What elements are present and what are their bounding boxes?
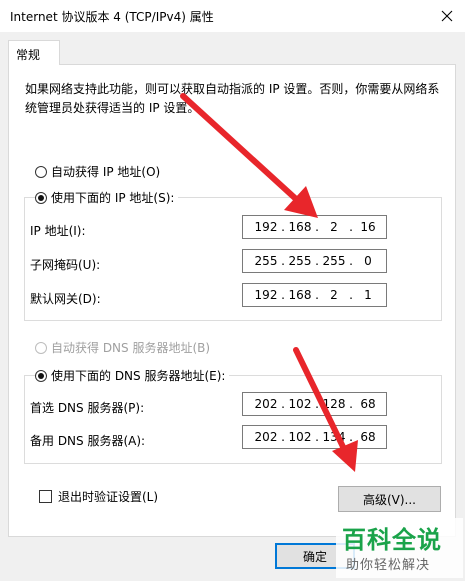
validate-settings-option[interactable]: 退出时验证设置(L) [39,488,158,505]
octet-separator: . [315,220,319,234]
manual-dns-radio[interactable] [35,369,47,382]
octet-separator: . [281,397,285,411]
preferred-dns-label: 首选 DNS 服务器(P): [30,401,145,415]
default-gateway-label: 默认网关(D): [30,292,101,306]
manual-dns-label: 使用下面的 DNS 服务器地址(E): [51,369,226,383]
octet-separator: . [315,254,319,268]
advanced-button[interactable]: 高级(V)... [338,486,441,512]
validate-settings-checkbox[interactable] [39,490,52,503]
default-gateway-input[interactable]: 192. 168. 2. 1 [242,283,387,307]
octet: 134 [322,430,346,444]
tab-general[interactable]: 常规 [8,40,60,65]
auto-dns-label: 自动获得 DNS 服务器地址(B) [51,341,211,355]
watermark-sub-text: 助你轻松解决 [346,558,431,573]
octet: 128 [322,397,346,411]
octet: 2 [330,288,338,302]
octet: 68 [360,397,376,411]
octet: 192 [254,220,278,234]
octet-separator: . [349,430,353,444]
alternate-dns-input[interactable]: 202. 102. 134. 68 [242,425,387,449]
octet: 255 [254,254,278,268]
auto-dns-radio [35,341,47,354]
manual-ip-option[interactable]: 使用下面的 IP 地址(S): [35,189,179,206]
octet-separator: . [315,288,319,302]
octet-separator: . [349,220,353,234]
watermark-main-text: 百科全说 [342,526,442,554]
window-title: Internet 协议版本 4 (TCP/IPv4) 属性 [10,10,214,24]
octet: 2 [330,220,338,234]
close-icon [441,10,453,22]
description-text: 如果网络支持此功能，则可以获取自动指派的 IP 设置。否则，你需要从网络系统管理… [25,82,440,115]
octet: 16 [360,220,376,234]
preferred-dns-input[interactable]: 202. 102. 128. 68 [242,392,387,416]
validate-settings-label: 退出时验证设置(L) [58,490,159,504]
auto-ip-label: 自动获得 IP 地址(O) [51,165,161,179]
octet-separator: . [349,254,353,268]
octet-separator: . [315,430,319,444]
octet-separator: . [281,288,285,302]
octet: 1 [364,288,372,302]
octet-separator: . [281,430,285,444]
auto-ip-radio[interactable] [35,165,47,178]
title-bar: Internet 协议版本 4 (TCP/IPv4) 属性 [0,0,465,32]
auto-dns-option: 自动获得 DNS 服务器地址(B) [35,339,210,356]
ip-address-input[interactable]: 192. 168. 2. 16 [242,215,387,239]
ip-address-label: IP 地址(I): [30,224,86,238]
dns-group-box [24,375,442,464]
watermark-logo: 百科全说 助你轻松解决 [336,518,463,578]
manual-ip-radio[interactable] [35,191,47,204]
octet: 168 [288,288,312,302]
close-button[interactable] [430,2,464,30]
octet-separator: . [349,397,353,411]
octet: 68 [360,430,376,444]
octet-separator: . [349,288,353,302]
octet-separator: . [315,397,319,411]
octet: 102 [288,397,312,411]
octet: 102 [288,430,312,444]
octet: 202 [254,430,278,444]
alternate-dns-label: 备用 DNS 服务器(A): [30,434,146,448]
octet: 255 [322,254,346,268]
octet-separator: . [281,254,285,268]
octet: 168 [288,220,312,234]
octet: 202 [254,397,278,411]
manual-dns-option[interactable]: 使用下面的 DNS 服务器地址(E): [35,367,230,384]
subnet-mask-input[interactable]: 255. 255. 255. 0 [242,249,387,273]
octet: 0 [364,254,372,268]
octet: 255 [288,254,312,268]
subnet-mask-label: 子网掩码(U): [30,258,101,272]
manual-ip-label: 使用下面的 IP 地址(S): [51,191,175,205]
octet: 192 [254,288,278,302]
octet-separator: . [281,220,285,234]
auto-ip-option[interactable]: 自动获得 IP 地址(O) [35,163,160,180]
